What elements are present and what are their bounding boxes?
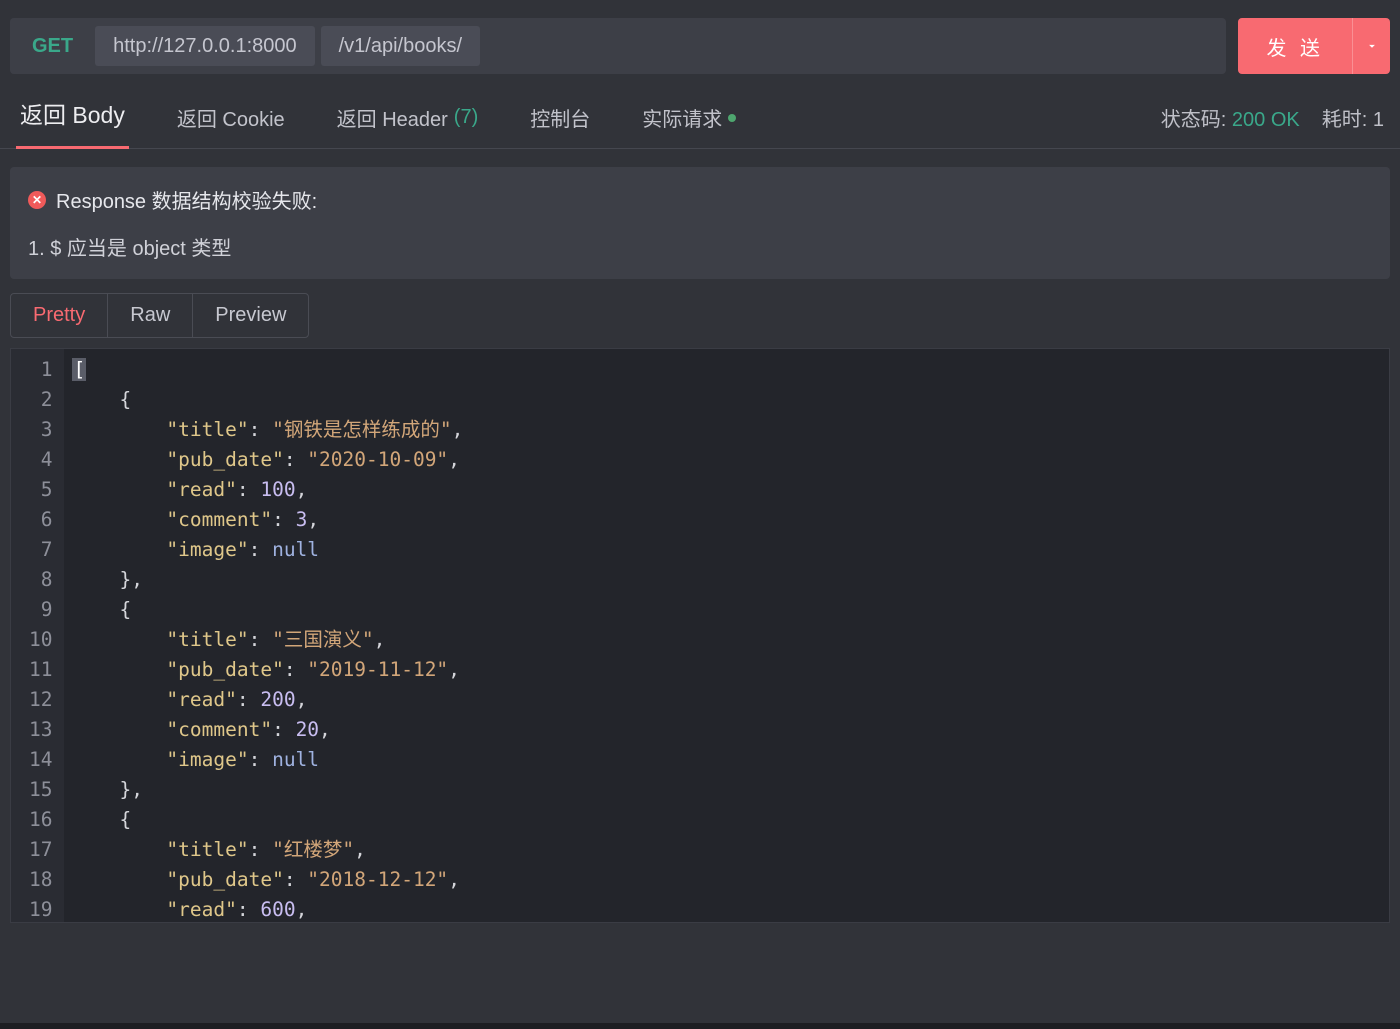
validation-error-box: ✕ Response 数据结构校验失败: 1. $ 应当是 object 类型 bbox=[10, 167, 1390, 279]
response-code-viewer[interactable]: 12345678910111213141516171819 [ { "title… bbox=[10, 348, 1390, 923]
tab-cookie[interactable]: 返回 Cookie bbox=[173, 103, 289, 148]
body-view-tabs: Pretty Raw Preview bbox=[10, 293, 309, 338]
dot-indicator-icon bbox=[728, 114, 736, 122]
response-tabs-row: 返回 Body 返回 Cookie 返回 Header (7) 控制台 实际请求… bbox=[0, 74, 1400, 149]
tab-console[interactable]: 控制台 bbox=[526, 103, 594, 148]
status-code-label: 状态码: bbox=[1161, 109, 1227, 131]
status-time-value: 1 bbox=[1373, 109, 1384, 131]
http-method[interactable]: GET bbox=[10, 18, 95, 74]
status-summary: 状态码: 200 OK 耗时: 1 bbox=[1161, 103, 1384, 148]
send-button[interactable]: 发 送 bbox=[1238, 18, 1352, 74]
send-dropdown[interactable] bbox=[1352, 18, 1390, 74]
send-button-group: 发 送 bbox=[1238, 18, 1390, 74]
validation-error-item: 1. $ 应当是 object 类型 bbox=[28, 232, 1372, 261]
tab-actual-request-label: 实际请求 bbox=[642, 103, 722, 132]
response-tabs: 返回 Body 返回 Cookie 返回 Header (7) 控制台 实际请求 bbox=[16, 96, 740, 148]
url-path[interactable]: /v1/api/books/ bbox=[321, 26, 480, 66]
tab-header-label: 返回 Header bbox=[337, 103, 448, 132]
view-tab-preview[interactable]: Preview bbox=[193, 294, 308, 337]
tab-body[interactable]: 返回 Body bbox=[16, 96, 129, 149]
tab-actual-request[interactable]: 实际请求 bbox=[638, 103, 740, 148]
url-host[interactable]: http://127.0.0.1:8000 bbox=[95, 26, 315, 66]
line-number-gutter: 12345678910111213141516171819 bbox=[11, 349, 64, 922]
view-tab-raw[interactable]: Raw bbox=[108, 294, 193, 337]
url-input-group[interactable]: GET http://127.0.0.1:8000 /v1/api/books/ bbox=[10, 18, 1226, 74]
chevron-down-icon bbox=[1365, 39, 1379, 53]
error-icon: ✕ bbox=[28, 191, 46, 209]
request-bar: GET http://127.0.0.1:8000 /v1/api/books/… bbox=[0, 0, 1400, 74]
status-code: 状态码: 200 OK bbox=[1161, 103, 1300, 132]
status-code-value: 200 OK bbox=[1232, 109, 1300, 131]
tab-header[interactable]: 返回 Header (7) bbox=[333, 103, 483, 148]
tab-header-count: (7) bbox=[454, 106, 478, 129]
view-tab-pretty[interactable]: Pretty bbox=[11, 294, 108, 337]
validation-error-title: ✕ Response 数据结构校验失败: bbox=[28, 185, 1372, 214]
validation-error-title-text: Response 数据结构校验失败: bbox=[56, 185, 317, 214]
code-content: [ { "title": "钢铁是怎样练成的", "pub_date": "20… bbox=[64, 349, 463, 922]
status-time-label: 耗时: bbox=[1322, 109, 1368, 131]
status-time: 耗时: 1 bbox=[1322, 103, 1384, 132]
